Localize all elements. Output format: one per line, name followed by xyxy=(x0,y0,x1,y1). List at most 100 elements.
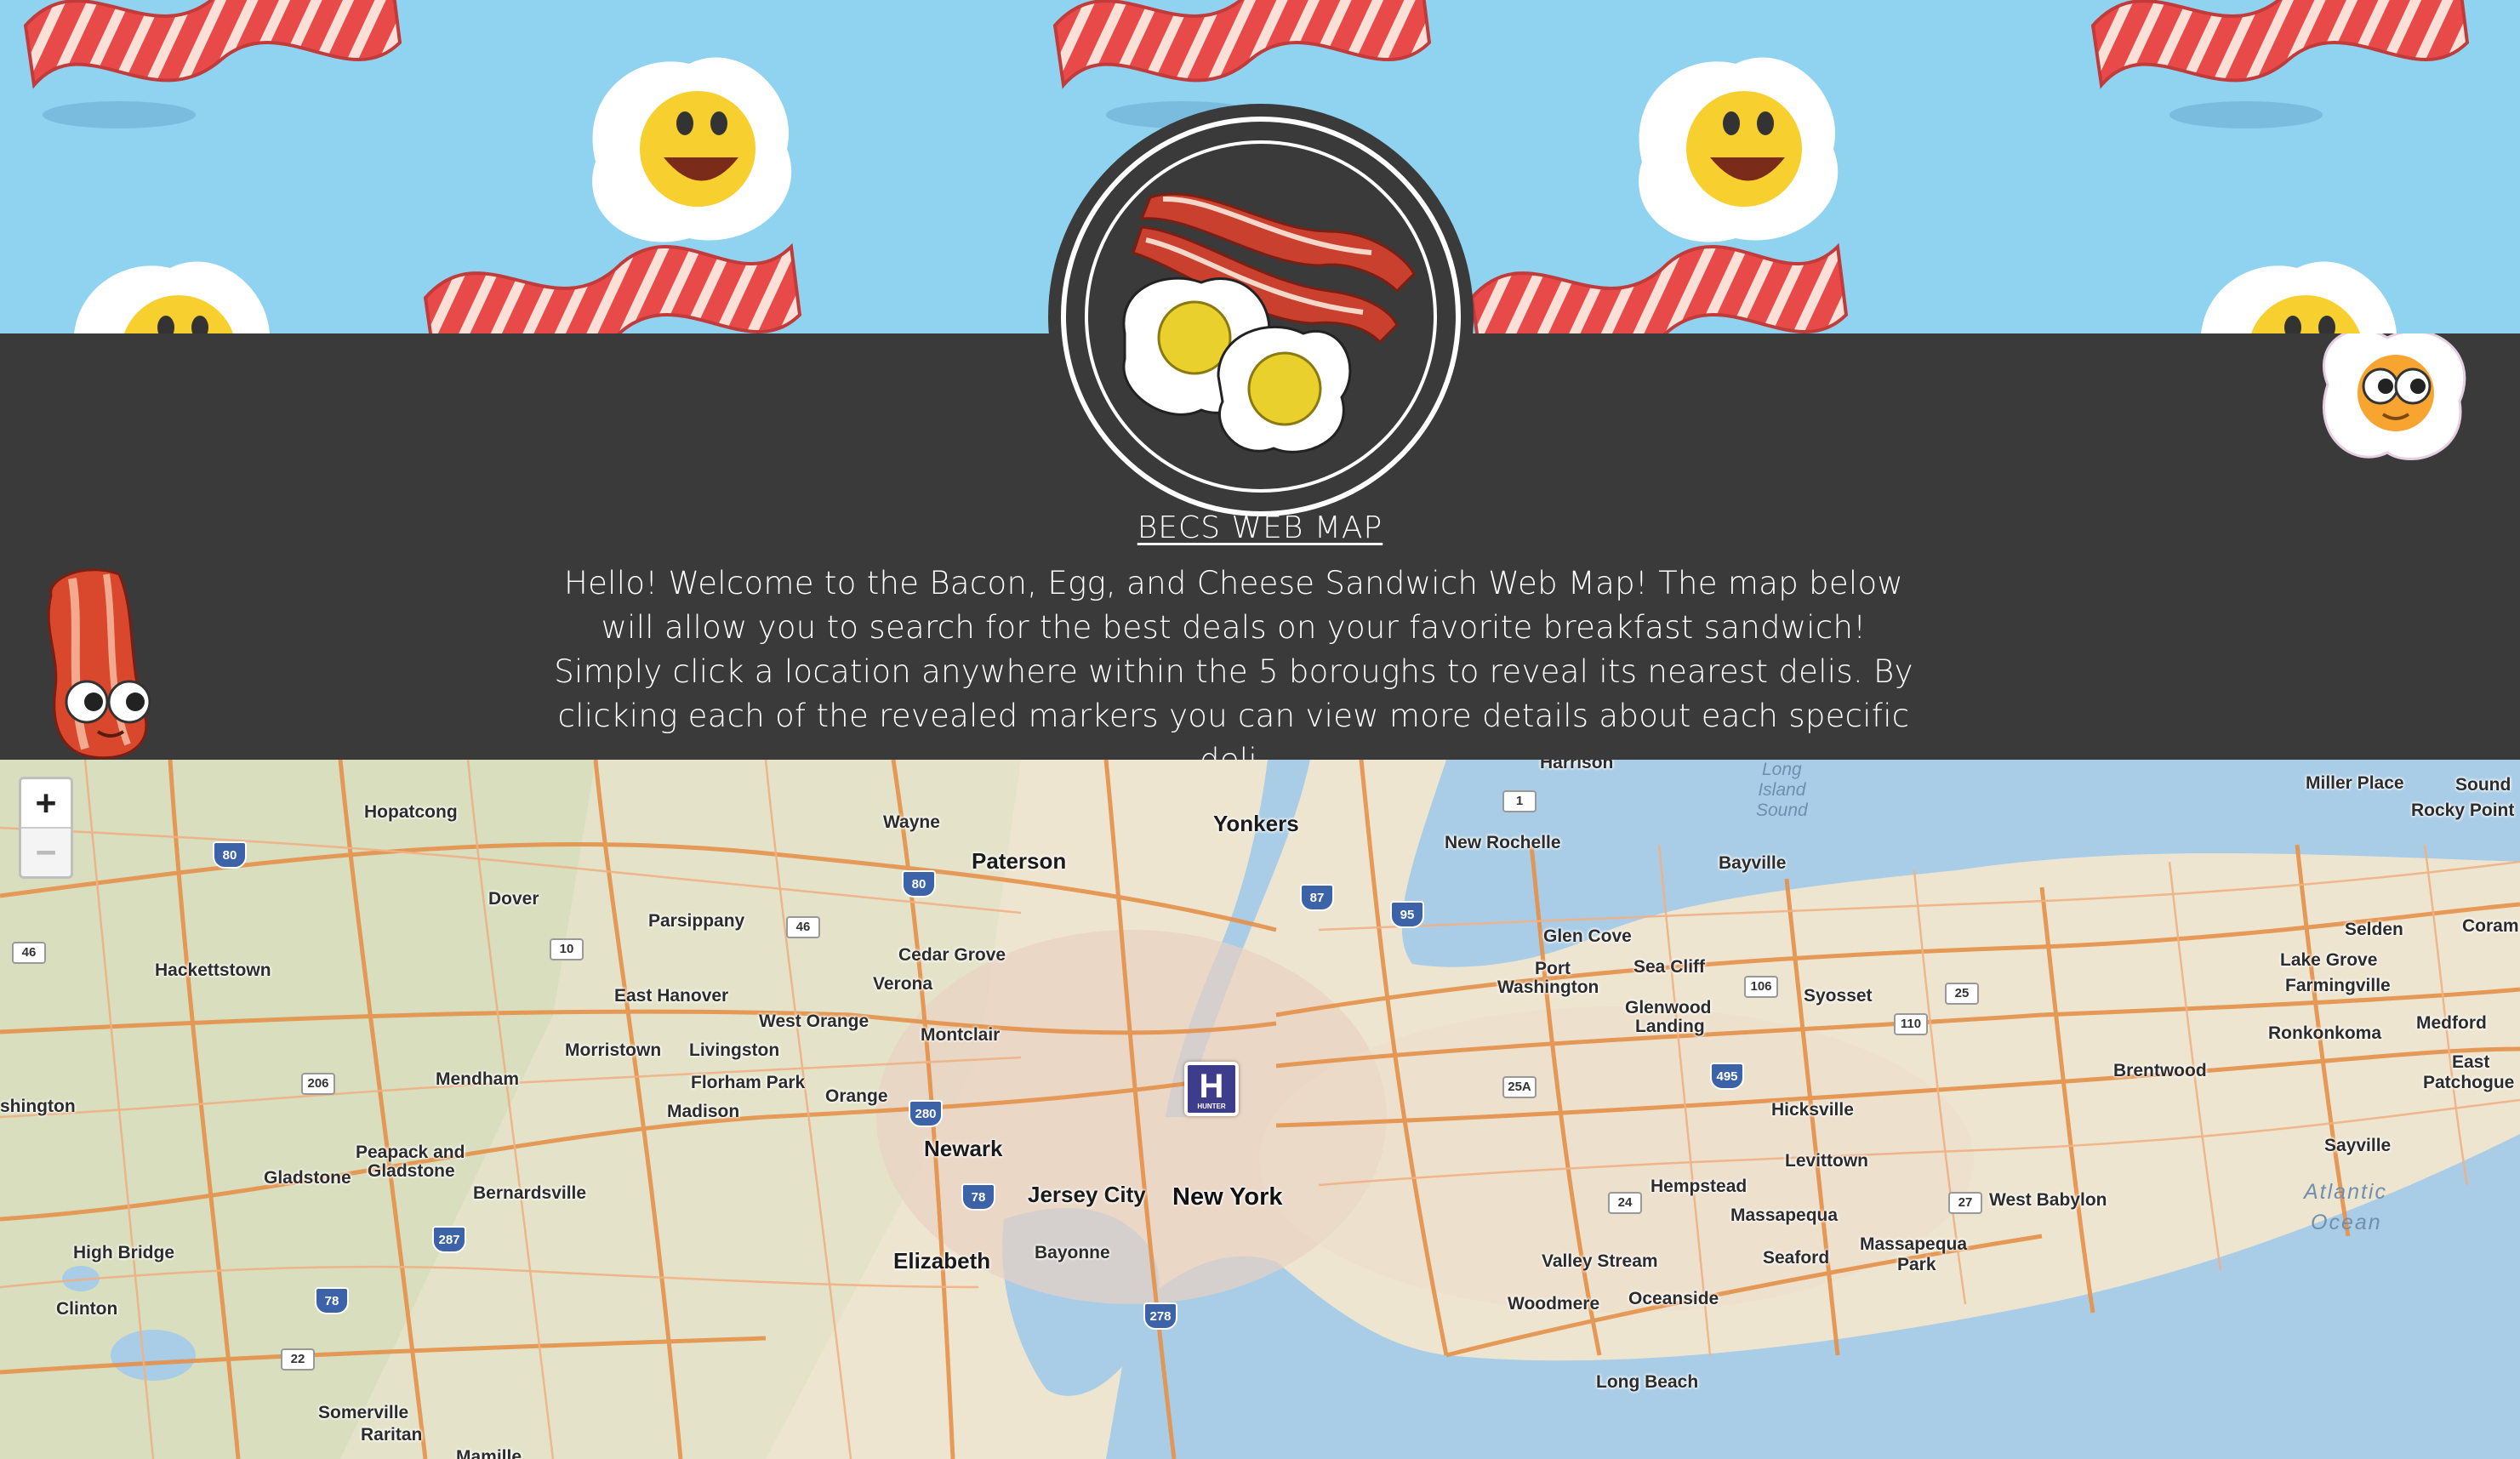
map-label: New Rochelle xyxy=(1445,833,1561,852)
map-label: Woodmere xyxy=(1508,1294,1600,1314)
map-label: Mamille xyxy=(456,1447,522,1459)
map-label: Gladstone xyxy=(368,1161,455,1181)
map-label: Livingston xyxy=(689,1040,780,1060)
map-label: Parsippany xyxy=(648,911,745,931)
map-label: Cedar Grove xyxy=(898,945,1006,965)
map-label: Hicksville xyxy=(1771,1100,1854,1120)
map-label: Paterson xyxy=(972,848,1067,874)
zoom-in-button[interactable]: + xyxy=(21,779,71,827)
highway-shield: 206 xyxy=(301,1073,335,1095)
map-label: Hackettstown xyxy=(155,960,271,980)
highway-shield: 78 xyxy=(961,1183,995,1211)
page-title[interactable]: BECS WEB MAP xyxy=(0,510,2520,545)
water-label-line: Island xyxy=(1758,780,1806,800)
map-label: Bernardsville xyxy=(473,1183,587,1203)
map-label: Port xyxy=(1535,959,1571,978)
highway-shield: 27 xyxy=(1948,1192,1982,1214)
map-label: Montclair xyxy=(921,1025,1001,1045)
highway-shield: 106 xyxy=(1744,976,1778,998)
map-label: Patchogue xyxy=(2423,1073,2515,1092)
zoom-control: + − xyxy=(19,777,73,879)
map-label: Selden xyxy=(2345,920,2403,939)
water-label: Atlantic xyxy=(2304,1180,2387,1204)
map-label: Glenwood xyxy=(1625,998,1712,1017)
hospital-sub-label: HUNTER xyxy=(1197,1103,1226,1110)
map-label: Park xyxy=(1897,1255,1936,1274)
map-label: High Bridge xyxy=(73,1243,174,1262)
map-label: Miller Place xyxy=(2306,773,2404,793)
map-basemap[interactable] xyxy=(0,760,2520,1459)
highway-shield: 46 xyxy=(12,942,46,964)
highway-shield: 287 xyxy=(432,1226,466,1253)
map-label: Hempstead xyxy=(1651,1177,1747,1196)
highway-shield: 87 xyxy=(1300,884,1334,911)
map-label: Raritan xyxy=(361,1425,423,1445)
map-label: Clinton xyxy=(56,1299,118,1319)
water-label: Long Island Sound xyxy=(1756,760,1808,821)
plate-icon xyxy=(1061,117,1461,516)
map-label: Wayne xyxy=(883,812,940,832)
map-label: East Hanover xyxy=(614,986,729,1006)
highway-shield: 95 xyxy=(1390,901,1424,928)
map-label: Verona xyxy=(873,974,933,994)
highway-shield: 1 xyxy=(1502,790,1537,812)
map-label: Harrison xyxy=(1540,760,1614,772)
zoom-out-button[interactable]: − xyxy=(21,829,71,876)
highway-shield: 24 xyxy=(1608,1192,1642,1214)
highway-shield: 78 xyxy=(315,1287,349,1314)
highway-shield: 46 xyxy=(786,916,820,938)
map-label: Coram xyxy=(2462,916,2519,936)
becs-logo xyxy=(1048,104,1474,529)
hospital-marker[interactable]: H HUNTER xyxy=(1184,1062,1239,1116)
map-label: West Babylon xyxy=(1989,1190,2107,1210)
map-label: Sea Cliff xyxy=(1633,957,1706,977)
map-label: Newark xyxy=(924,1136,1003,1161)
map-label: Levittown xyxy=(1785,1151,1868,1171)
map-label: West Orange xyxy=(759,1012,869,1031)
map-label: Somerville xyxy=(318,1403,409,1422)
hospital-icon: H xyxy=(1199,1068,1224,1105)
bacon-mascot-icon xyxy=(47,568,151,760)
map-label: Washington xyxy=(1497,977,1599,997)
water-label-line: Sound xyxy=(1756,801,1808,820)
map-label: Dover xyxy=(488,889,539,909)
highway-shield: 80 xyxy=(902,870,936,898)
map-label: Yonkers xyxy=(1213,811,1299,836)
water-label: Ocean xyxy=(2311,1211,2382,1234)
highway-shield: 495 xyxy=(1710,1063,1744,1090)
highway-shield: 25 xyxy=(1945,983,1979,1005)
map-label: Ronkonkoma xyxy=(2268,1023,2382,1043)
map-label: Seaford xyxy=(1763,1248,1830,1268)
water-label-line: Long xyxy=(1762,760,1802,779)
highway-shield: 110 xyxy=(1894,1013,1928,1035)
web-map[interactable]: Hopatcong Wayne Paterson Yonkers Harriso… xyxy=(0,760,2520,1459)
highway-shield: 10 xyxy=(550,938,584,960)
highway-shield: 25A xyxy=(1502,1076,1537,1098)
map-label: Elizabeth xyxy=(893,1248,991,1274)
map-label: Massapequa xyxy=(1860,1234,1968,1254)
map-label: Orange xyxy=(825,1086,888,1106)
egg-mascot-icon xyxy=(2322,333,2466,460)
map-label: Glen Cove xyxy=(1543,926,1632,946)
map-label: Landing xyxy=(1635,1017,1705,1036)
map-label: Syosset xyxy=(1804,986,1873,1006)
map-label: Bayville xyxy=(1719,853,1787,873)
map-label: Lake Grove xyxy=(2280,950,2378,970)
map-label: Long Beach xyxy=(1596,1372,1699,1392)
map-label: East xyxy=(2452,1052,2490,1072)
highway-shield: 22 xyxy=(281,1348,315,1371)
map-label: Hopatcong xyxy=(364,802,458,822)
map-label: Jersey City xyxy=(1028,1182,1146,1207)
highway-shield: 280 xyxy=(909,1100,943,1127)
map-label: New York xyxy=(1172,1183,1283,1211)
map-label: Gladstone xyxy=(264,1168,351,1188)
map-label: Massapequa xyxy=(1730,1205,1839,1225)
map-label: Farmingville xyxy=(2285,976,2391,995)
highway-shield: 80 xyxy=(213,841,247,869)
map-label: Sayville xyxy=(2324,1136,2392,1155)
map-label: Morristown xyxy=(565,1040,662,1060)
map-label: Sound xyxy=(2455,775,2511,795)
map-label: Peapack and xyxy=(356,1143,465,1162)
map-label: shington xyxy=(0,1097,76,1116)
map-label: Mendham xyxy=(436,1069,520,1089)
